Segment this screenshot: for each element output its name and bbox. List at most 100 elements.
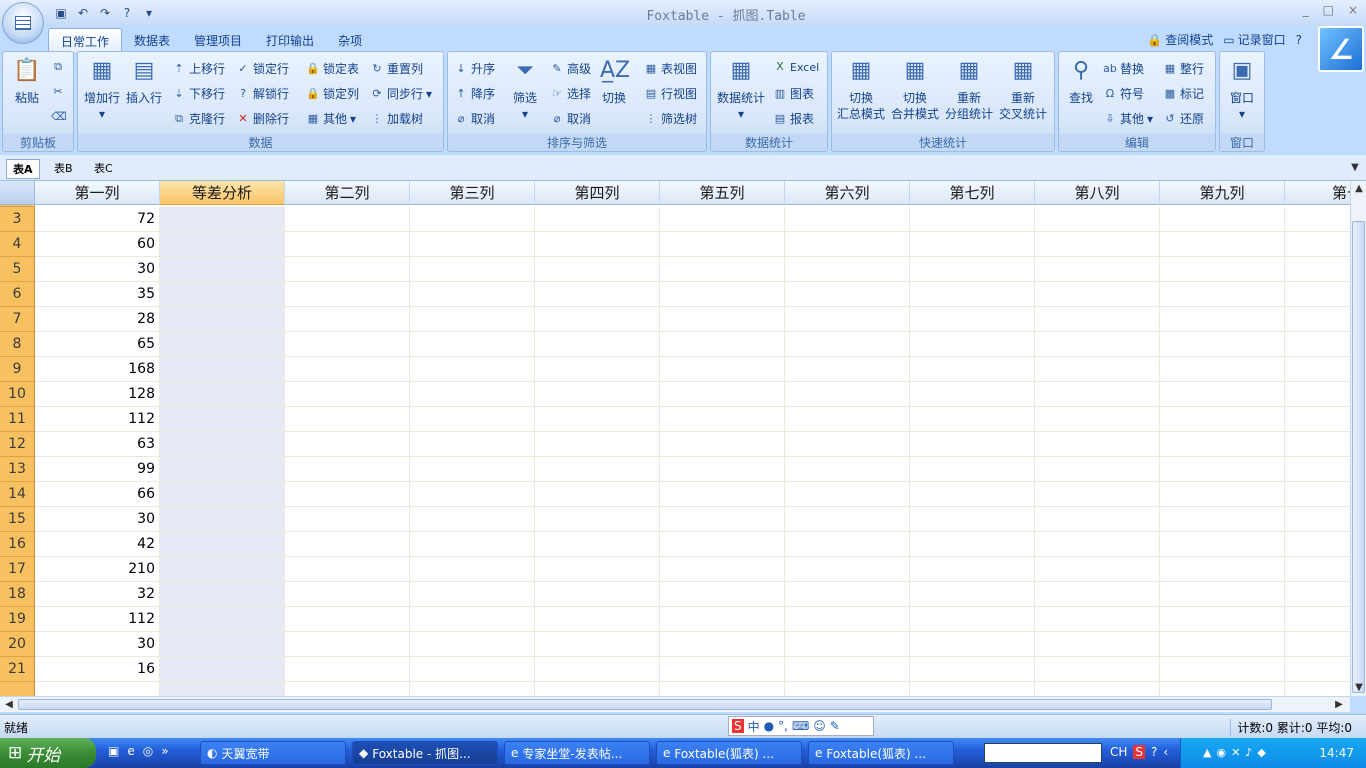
row-header[interactable]: 20 — [0, 632, 35, 657]
find-button[interactable]: ⚲ 查找 — [1063, 56, 1099, 106]
table-cell[interactable] — [785, 607, 910, 632]
other-data-button[interactable]: ▦ 其他 ▾ — [306, 110, 356, 127]
table-cell[interactable] — [1035, 407, 1160, 432]
table-cell[interactable] — [160, 632, 285, 657]
view-mode-button[interactable]: 🔒 查阅模式 — [1147, 31, 1213, 48]
scroll-up-icon[interactable]: ▲ — [1352, 182, 1366, 196]
table-cell-first-column[interactable]: 72 — [35, 207, 160, 232]
table-cell[interactable] — [910, 682, 1035, 696]
row-header[interactable]: 9 — [0, 357, 35, 382]
table-cell[interactable] — [535, 282, 660, 307]
table-cell[interactable] — [1035, 432, 1160, 457]
table-cell-first-column[interactable]: 32 — [35, 582, 160, 607]
tab-daily-work[interactable]: 日常工作 — [48, 28, 123, 52]
table-cell[interactable] — [785, 407, 910, 432]
table-cell[interactable] — [910, 557, 1035, 582]
table-cell[interactable] — [410, 357, 535, 382]
close-button[interactable]: × — [1348, 3, 1358, 17]
table-cell[interactable] — [785, 532, 910, 557]
whole-row-button[interactable]: ▦ 整行 — [1163, 60, 1204, 77]
row-header[interactable] — [0, 682, 35, 696]
table-cell[interactable] — [785, 657, 910, 682]
table-cell[interactable] — [660, 532, 785, 557]
table-cell[interactable] — [1035, 257, 1160, 282]
sheet-list-dropdown-icon[interactable]: ▼ — [1348, 161, 1362, 175]
quicklaunch-icon-3[interactable]: ◎ — [143, 744, 153, 758]
table-cell[interactable] — [785, 682, 910, 696]
table-cell[interactable] — [785, 232, 910, 257]
table-cell[interactable] — [1285, 432, 1350, 457]
table-cell[interactable] — [910, 507, 1035, 532]
table-cell[interactable] — [535, 207, 660, 232]
row-header[interactable]: 17 — [0, 557, 35, 582]
table-cell[interactable] — [1285, 582, 1350, 607]
table-cell[interactable] — [660, 382, 785, 407]
window-button[interactable]: ▣ 窗口 ▾ — [1224, 56, 1260, 122]
table-cell[interactable] — [1285, 232, 1350, 257]
table-cell[interactable] — [160, 432, 285, 457]
table-cell[interactable] — [410, 532, 535, 557]
chinese-mode-icon[interactable]: 中 — [748, 718, 760, 735]
table-cell[interactable] — [1035, 557, 1160, 582]
table-cell[interactable] — [785, 482, 910, 507]
table-view-button[interactable]: ▦ 表视图 — [644, 60, 697, 77]
table-cell-first-column[interactable]: 63 — [35, 432, 160, 457]
taskbar-item-2[interactable]: ◆ Foxtable - 抓图... — [352, 741, 498, 765]
tab-data-table[interactable]: 数据表 — [122, 28, 182, 52]
table-cell-first-column[interactable]: 128 — [35, 382, 160, 407]
table-cell[interactable] — [285, 382, 410, 407]
row-view-button[interactable]: ▤ 行视图 — [644, 85, 697, 102]
ie-icon[interactable]: e — [127, 744, 134, 758]
table-cell[interactable] — [1160, 457, 1285, 482]
row-header[interactable]: 11 — [0, 407, 35, 432]
table-cell[interactable] — [785, 582, 910, 607]
table-cell[interactable] — [1285, 332, 1350, 357]
row-header[interactable]: 10 — [0, 382, 35, 407]
user-icon[interactable]: ☺ — [813, 719, 826, 733]
taskbar-item-5[interactable]: e Foxtable(狐表) ... — [808, 741, 954, 765]
row-header[interactable]: 16 — [0, 532, 35, 557]
table-cell[interactable] — [660, 632, 785, 657]
column-header[interactable]: 第二列 — [285, 181, 410, 205]
row-header[interactable]: 12 — [0, 432, 35, 457]
table-cell[interactable] — [1160, 657, 1285, 682]
table-cell[interactable] — [160, 407, 285, 432]
table-cell[interactable] — [1160, 407, 1285, 432]
table-cell[interactable] — [1285, 357, 1350, 382]
app-menu-button[interactable] — [2, 2, 44, 44]
report-button[interactable]: ▤ 报表 — [773, 110, 814, 127]
table-cell[interactable] — [410, 582, 535, 607]
table-cell[interactable] — [410, 632, 535, 657]
table-cell[interactable] — [160, 457, 285, 482]
paste-button[interactable]: 📋 粘贴 — [9, 56, 45, 106]
table-cell[interactable] — [1285, 282, 1350, 307]
table-cell[interactable] — [1285, 257, 1350, 282]
table-cell[interactable] — [160, 507, 285, 532]
toggle-filter-button[interactable]: A̲Z 切换 — [596, 56, 632, 106]
table-cell[interactable] — [910, 232, 1035, 257]
clone-row-button[interactable]: ⧉ 克隆行 — [172, 110, 225, 127]
row-header[interactable]: 15 — [0, 507, 35, 532]
table-cell[interactable] — [410, 557, 535, 582]
table-cell-first-column[interactable]: 16 — [35, 657, 160, 682]
chart-button[interactable]: ▥ 图表 — [773, 85, 814, 102]
sogou-icon[interactable]: S — [1133, 745, 1146, 759]
table-cell[interactable] — [785, 207, 910, 232]
cut-button[interactable]: ✂ — [51, 85, 65, 99]
table-cell[interactable] — [1285, 632, 1350, 657]
table-cell[interactable] — [160, 557, 285, 582]
sort-asc-button[interactable]: ↓ 升序 — [454, 60, 495, 77]
table-cell[interactable] — [160, 332, 285, 357]
table-cell[interactable] — [410, 282, 535, 307]
table-cell[interactable] — [910, 532, 1035, 557]
column-header[interactable]: 第三列 — [410, 181, 535, 205]
table-cell[interactable] — [1160, 532, 1285, 557]
table-cell[interactable] — [1285, 482, 1350, 507]
table-cell[interactable] — [1285, 507, 1350, 532]
sheet-tab-b[interactable]: 表B — [48, 159, 79, 177]
table-cell[interactable] — [1160, 632, 1285, 657]
column-header[interactable]: 第七列 — [910, 181, 1035, 205]
table-cell[interactable] — [160, 382, 285, 407]
table-cell[interactable] — [410, 432, 535, 457]
table-cell[interactable] — [785, 332, 910, 357]
